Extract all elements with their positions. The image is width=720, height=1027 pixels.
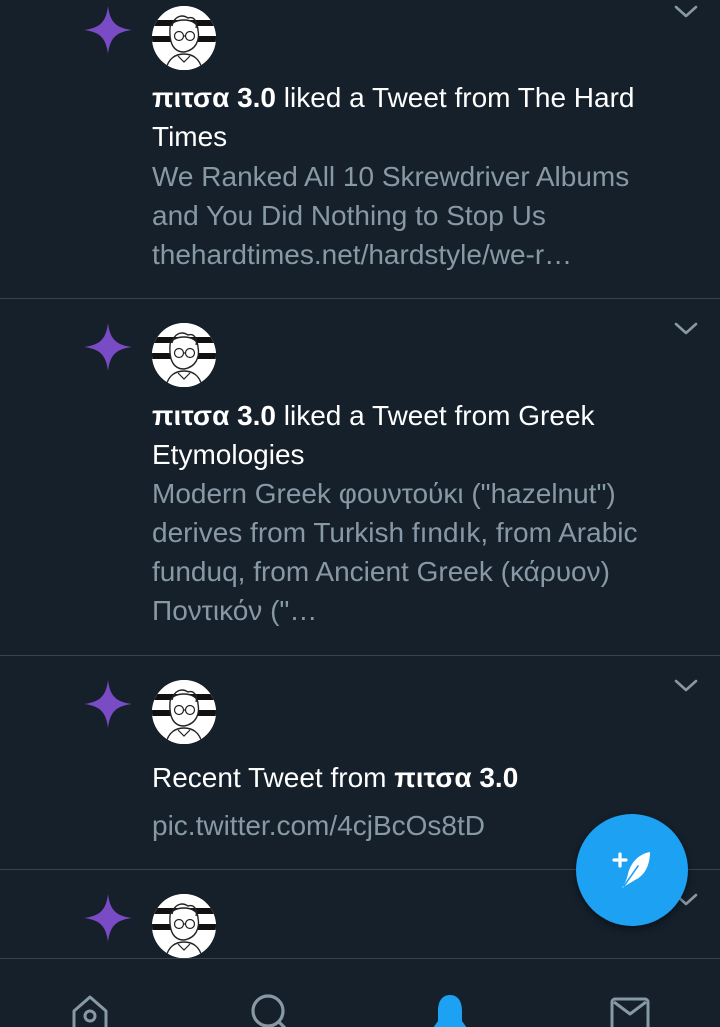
nav-search[interactable] (210, 959, 330, 1027)
actor-name[interactable]: πιτσα 3.0 (394, 762, 518, 793)
chevron-down-icon[interactable] (672, 2, 700, 22)
compose-tweet-button[interactable] (576, 814, 688, 926)
tweet-preview[interactable]: We Ranked All 10 Skrewdriver Albums and … (152, 157, 652, 274)
avatar[interactable] (152, 323, 216, 387)
prefix-text: Recent Tweet from (152, 762, 395, 793)
tweet-preview[interactable]: pic.twitter.com/4cjBcOs8tD (152, 806, 652, 845)
nav-home[interactable] (30, 959, 150, 1027)
mail-icon (610, 997, 650, 1027)
nav-messages[interactable] (570, 959, 690, 1027)
avatar[interactable] (152, 680, 216, 744)
notification-text: Recent Tweet from πιτσα 3.0 (152, 758, 652, 797)
nav-notifications[interactable] (390, 959, 510, 1027)
bottom-navigation (0, 958, 720, 1027)
sparkle-icon (82, 4, 134, 56)
avatar[interactable] (152, 6, 216, 70)
sparkle-icon (82, 892, 134, 944)
notification-text: πιτσα 3.0 liked a Tweet from The Hard Ti… (152, 78, 652, 156)
chevron-down-icon[interactable] (672, 676, 700, 696)
avatar[interactable] (152, 894, 216, 958)
sparkle-icon (82, 321, 134, 373)
actor-name[interactable]: πιτσα 3.0 (152, 400, 276, 431)
notification-item[interactable]: πιτσα 3.0 liked a Tweet from Greek Etymo… (0, 299, 720, 656)
chevron-down-icon[interactable] (672, 319, 700, 339)
sparkle-icon (82, 678, 134, 730)
notifications-screen: πιτσα 3.0 liked a Tweet from The Hard Ti… (0, 0, 720, 1027)
bell-icon (433, 995, 467, 1027)
compose-tweet-icon (612, 852, 650, 888)
home-icon (72, 995, 108, 1027)
actor-name[interactable]: πιτσα 3.0 (152, 82, 276, 113)
notification-item[interactable]: πιτσα 3.0 liked a Tweet from The Hard Ti… (0, 0, 720, 299)
tweet-preview[interactable]: Modern Greek φουντούκι ("hazelnut") deri… (152, 474, 652, 630)
search-icon (251, 994, 287, 1027)
notification-text: πιτσα 3.0 liked a Tweet from Greek Etymo… (152, 396, 652, 474)
